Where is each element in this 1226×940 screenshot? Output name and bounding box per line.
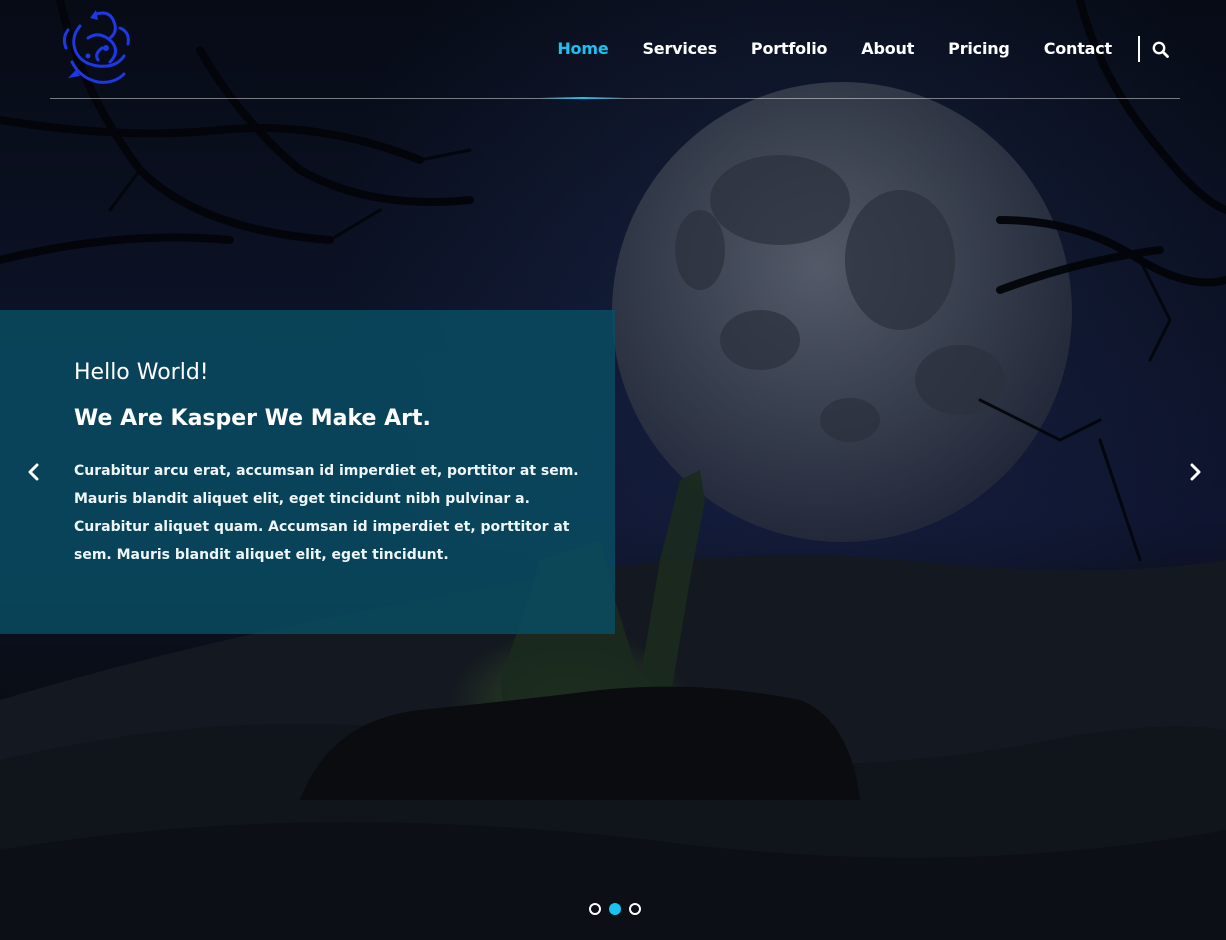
chevron-right-icon[interactable] bbox=[1183, 460, 1207, 484]
nav-divider bbox=[1138, 36, 1140, 62]
nav-contact-link[interactable]: Contact bbox=[1027, 0, 1129, 98]
search-icon[interactable] bbox=[1150, 39, 1170, 59]
nav-services-link[interactable]: Services bbox=[625, 0, 733, 98]
chevron-left-icon[interactable] bbox=[22, 460, 46, 484]
nav-about-link[interactable]: About bbox=[844, 0, 931, 98]
slider-dot-2[interactable] bbox=[609, 903, 621, 915]
main-nav: Home Services Portfolio About Pricing Co… bbox=[540, 0, 1180, 99]
nav-pricing-link[interactable]: Pricing bbox=[931, 0, 1027, 98]
slide-body-text: Curabitur arcu erat, accumsan id imperdi… bbox=[74, 463, 579, 563]
slider-dot-3[interactable] bbox=[629, 903, 641, 915]
slider-pagination bbox=[589, 903, 641, 915]
nav-portfolio-link[interactable]: Portfolio bbox=[734, 0, 844, 98]
slide-heading: Hello World! bbox=[74, 360, 209, 385]
slider-dot-1[interactable] bbox=[589, 903, 601, 915]
nav-home-link[interactable]: Home bbox=[540, 0, 626, 99]
slide-subheading: We Are Kasper We Make Art. bbox=[74, 406, 431, 431]
site-header: Home Services Portfolio About Pricing Co… bbox=[50, 0, 1180, 99]
blue-dragon-logo-icon[interactable] bbox=[58, 8, 134, 88]
slide-caption-panel: Hello World! We Are Kasper We Make Art. … bbox=[0, 310, 615, 634]
